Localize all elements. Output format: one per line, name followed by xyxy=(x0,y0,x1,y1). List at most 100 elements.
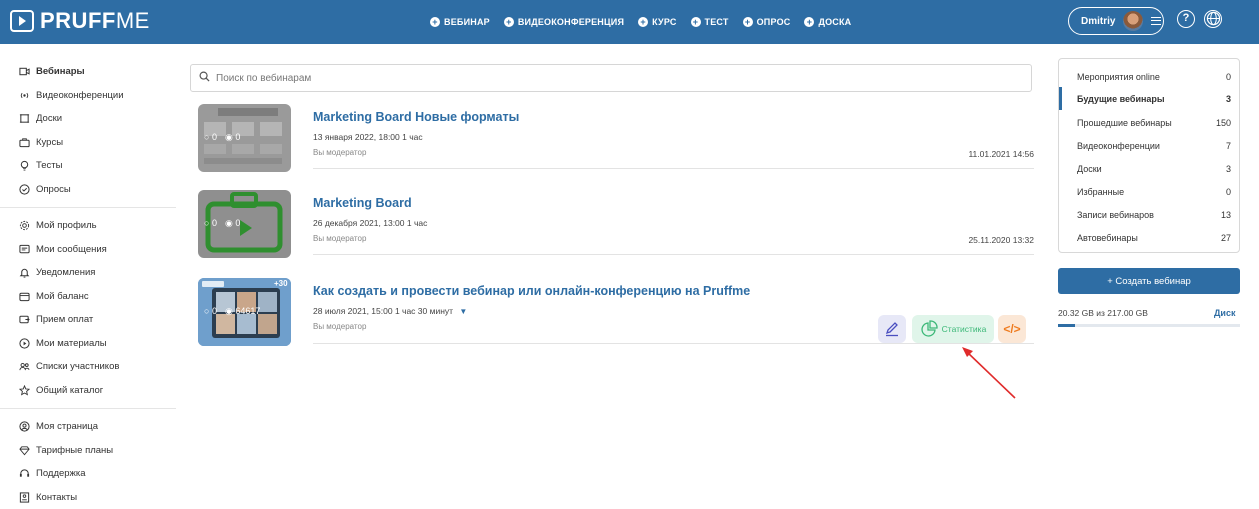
user-menu[interactable]: Dmitriy xyxy=(1068,7,1164,35)
sidebar-item-materials[interactable]: Мои материалы xyxy=(19,332,177,356)
views-count: ◉ 0 xyxy=(225,132,240,143)
user-icon: ○ xyxy=(204,132,209,142)
headset-icon xyxy=(19,468,30,479)
webinar-title[interactable]: Marketing Board xyxy=(313,196,412,210)
webinar-title[interactable]: Как создать и провести вебинар или онлай… xyxy=(313,284,750,298)
participants-count: ○ 0 xyxy=(204,218,217,229)
nav-create-course[interactable]: +КУРС xyxy=(638,17,676,27)
gear-icon xyxy=(19,220,30,231)
sidebar-item-boards[interactable]: Доски xyxy=(19,107,177,131)
filter-autowebinars[interactable]: Автовебинары27 xyxy=(1077,233,1231,243)
user-icon: ○ xyxy=(204,218,209,228)
edit-button[interactable] xyxy=(878,315,906,343)
webinar-schedule: 13 января 2022, 18:00 1 час xyxy=(313,132,423,142)
star-icon xyxy=(19,385,30,396)
message-icon xyxy=(19,244,30,255)
bell-icon xyxy=(19,267,30,278)
webinar-created-date: 25.11.2020 13:32 xyxy=(968,235,1034,245)
search-input[interactable] xyxy=(216,73,916,84)
sidebar-item-profile[interactable]: Мой профиль xyxy=(19,214,177,238)
sidebar-item-my-page[interactable]: Моя страница xyxy=(19,415,177,439)
lightbulb-icon xyxy=(19,160,30,171)
sidebar-item-videoconferences[interactable]: Видеоконференции xyxy=(19,84,177,108)
avatar xyxy=(1123,11,1143,31)
webinar-role: Вы модератор xyxy=(313,148,366,157)
eye-icon: ◉ xyxy=(225,218,233,228)
user-icon: ○ xyxy=(204,306,209,316)
thumb-badge: +30 xyxy=(274,279,288,288)
disk-usage: 20.32 GB из 217.00 GB xyxy=(1058,308,1148,318)
nav-create-poll[interactable]: +ОПРОС xyxy=(743,17,791,27)
search-icon xyxy=(199,69,210,87)
logo-text-bold: PRUFF xyxy=(40,8,116,33)
webinar-title[interactable]: Marketing Board Новые форматы xyxy=(313,110,519,124)
question-circle-icon[interactable]: ? xyxy=(1177,10,1195,28)
views-count: ◉ 0 xyxy=(225,218,240,229)
chevron-down-icon[interactable]: ▼ xyxy=(459,307,467,316)
nav-create-webinar[interactable]: +ВЕБИНАР xyxy=(430,17,490,27)
divider xyxy=(313,343,1034,344)
sidebar-item-messages[interactable]: Мои сообщения xyxy=(19,238,177,262)
sidebar-item-tariffs[interactable]: Тарифные планы xyxy=(19,439,177,463)
sidebar-item-courses[interactable]: Курсы xyxy=(19,131,177,155)
eye-icon: ◉ xyxy=(225,132,233,142)
webinar-thumbnail[interactable]: ○ 0 ◉ 0 xyxy=(198,104,291,172)
sidebar-divider xyxy=(0,207,176,208)
sidebar: Вебинары Видеоконференции Доски Курсы Те… xyxy=(19,60,177,509)
sidebar-item-tests[interactable]: Тесты xyxy=(19,154,177,178)
webinar-thumbnail[interactable]: ○ 0 ◉ 0 xyxy=(198,190,291,258)
check-circle-icon xyxy=(19,184,30,195)
plus-icon: + xyxy=(743,17,753,27)
logo-play-icon xyxy=(10,10,34,32)
webinar-role: Вы модератор xyxy=(313,322,366,331)
statistics-button[interactable]: Статистика xyxy=(912,315,994,343)
sidebar-item-payments[interactable]: Прием оплат xyxy=(19,308,177,332)
filter-favorites[interactable]: Избранные0 xyxy=(1077,187,1231,197)
logo-text-light: ME xyxy=(116,8,150,33)
views-count: ◉ 64617 xyxy=(225,306,260,317)
plus-icon: + xyxy=(804,17,814,27)
filter-boards[interactable]: Доски3 xyxy=(1077,164,1231,174)
sidebar-item-webinars[interactable]: Вебинары xyxy=(19,60,177,84)
filter-recordings[interactable]: Записи вебинаров13 xyxy=(1077,210,1231,220)
participants-count: ○ 0 xyxy=(204,306,217,317)
webinar-icon xyxy=(19,66,30,77)
nav-create-test[interactable]: +ТЕСТ xyxy=(691,17,729,27)
logo[interactable]: PRUFFME xyxy=(10,8,150,34)
globe-icon[interactable] xyxy=(1204,10,1222,28)
plus-icon: + xyxy=(504,17,514,27)
sidebar-item-balance[interactable]: Мой баланс xyxy=(19,285,177,309)
webinar-thumbnail[interactable]: +30 ○ 0 ◉ 64617 xyxy=(198,278,291,346)
webinar-schedule: 26 декабря 2021, 13:00 1 час xyxy=(313,218,427,228)
sidebar-item-notifications[interactable]: Уведомления xyxy=(19,261,177,285)
play-circle-icon xyxy=(19,338,30,349)
sidebar-item-support[interactable]: Поддержка xyxy=(19,462,177,486)
plus-icon: + xyxy=(430,17,440,27)
sidebar-item-participant-lists[interactable]: Списки участников xyxy=(19,355,177,379)
eye-icon: ◉ xyxy=(225,306,233,316)
create-nav: +ВЕБИНАР +ВИДЕОКОНФЕРЕНЦИЯ +КУРС +ТЕСТ +… xyxy=(430,0,851,44)
briefcase-icon xyxy=(19,137,30,148)
webinar-item: ○ 0 ◉ 0 Marketing Board 26 декабря 2021,… xyxy=(198,190,1034,262)
filter-upcoming-webinars[interactable]: Будущие вебинары3 xyxy=(1077,94,1231,104)
create-webinar-button[interactable]: + Создать вебинар xyxy=(1058,268,1240,294)
webinar-schedule: 28 июля 2021, 15:00 1 час 30 минут ▼ xyxy=(313,306,467,316)
disk-usage-bar xyxy=(1058,324,1240,327)
filter-videoconferences[interactable]: Видеоконференции7 xyxy=(1077,141,1231,151)
webinar-created-date: 11.01.2021 14:56 xyxy=(968,149,1034,159)
wallet-icon xyxy=(19,291,30,302)
search-bar xyxy=(190,64,1032,92)
nav-create-board[interactable]: +ДОСКА xyxy=(804,17,851,27)
sidebar-item-contacts[interactable]: Контакты xyxy=(19,486,177,509)
menu-icon xyxy=(1151,17,1161,25)
disk-link[interactable]: Диск xyxy=(1214,308,1235,318)
filter-past-webinars[interactable]: Прошедшие вебинары150 xyxy=(1077,118,1231,128)
sidebar-item-polls[interactable]: Опросы xyxy=(19,178,177,202)
nav-create-videoconference[interactable]: +ВИДЕОКОНФЕРЕНЦИЯ xyxy=(504,17,624,27)
sidebar-item-catalog[interactable]: Общий каталог xyxy=(19,379,177,403)
filter-online-events[interactable]: Мероприятия online0 xyxy=(1077,72,1231,82)
user-name: Dmitriy xyxy=(1081,16,1115,27)
plus-icon: + xyxy=(638,17,648,27)
embed-code-button[interactable]: </> xyxy=(998,315,1026,343)
webinar-filter-panel: Мероприятия online0 Будущие вебинары3 Пр… xyxy=(1058,58,1240,253)
